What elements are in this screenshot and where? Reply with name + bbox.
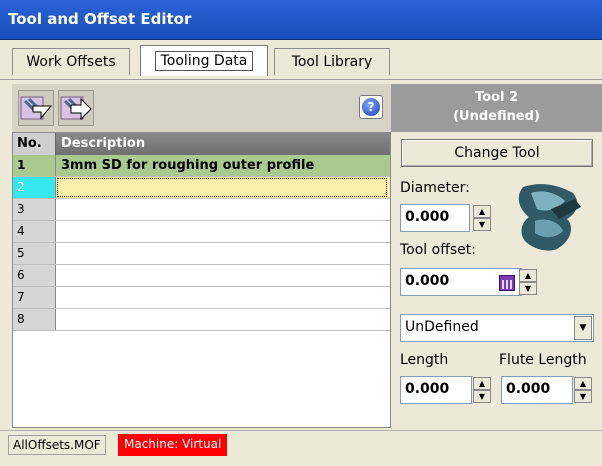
row-number: 6 bbox=[13, 265, 56, 286]
spin-up-icon[interactable]: ▲ bbox=[519, 269, 537, 282]
length-field[interactable]: 0.000 bbox=[400, 376, 472, 404]
table-row[interactable]: 6 bbox=[13, 265, 390, 287]
row-number: 3 bbox=[13, 199, 56, 220]
tool-offset-stepper[interactable]: ▲ ▼ bbox=[519, 269, 537, 295]
tool-status: (Undefined) bbox=[453, 109, 540, 124]
tab-label: Work Offsets bbox=[26, 54, 116, 70]
row-number: 4 bbox=[13, 221, 56, 242]
flute-length-label: Flute Length bbox=[499, 352, 587, 368]
length-label: Length bbox=[400, 352, 449, 368]
spin-down-icon[interactable]: ▼ bbox=[519, 282, 537, 295]
tab-label: Tooling Data bbox=[154, 51, 254, 71]
diameter-stepper[interactable]: ▲ ▼ bbox=[473, 205, 491, 231]
tool-offset-label: Tool offset: bbox=[400, 242, 476, 258]
row-description[interactable]: 3mm SD for roughing outer profile bbox=[61, 158, 314, 173]
help-icon: ? bbox=[362, 98, 380, 116]
spin-down-icon[interactable]: ▼ bbox=[473, 218, 491, 231]
table-row[interactable]: 1 3mm SD for roughing outer profile bbox=[13, 155, 390, 177]
status-bar: AllOffsets.MOF Machine: Virtual bbox=[0, 430, 602, 456]
table-row[interactable]: 3 bbox=[13, 199, 390, 221]
spin-up-icon[interactable]: ▲ bbox=[473, 205, 491, 218]
tab-label: Tool Library bbox=[291, 54, 373, 70]
row-number: 1 bbox=[13, 155, 56, 176]
column-header-description: Description bbox=[61, 136, 146, 151]
arrow-in-icon bbox=[20, 96, 53, 120]
window-titlebar[interactable]: Tool and Offset Editor bbox=[0, 0, 602, 40]
help-button[interactable]: ? bbox=[359, 95, 383, 119]
tool-header: Tool 2 (Undefined) bbox=[391, 84, 602, 132]
diameter-label: Diameter: bbox=[400, 180, 470, 196]
status-machine-badge: Machine: Virtual bbox=[118, 434, 228, 456]
tab-tool-library[interactable]: Tool Library bbox=[274, 48, 390, 75]
change-tool-label: Change Tool bbox=[454, 145, 540, 161]
flute-length-stepper[interactable]: ▲ ▼ bbox=[574, 377, 592, 403]
spin-down-icon[interactable]: ▼ bbox=[473, 390, 491, 403]
tab-work-offsets[interactable]: Work Offsets bbox=[12, 48, 130, 75]
row-number: 5 bbox=[13, 243, 56, 264]
table-header: No. Description bbox=[13, 133, 390, 155]
tab-tooling-data[interactable]: Tooling Data bbox=[140, 45, 268, 76]
tool-number: Tool 2 bbox=[474, 90, 519, 105]
table-row[interactable]: 7 bbox=[13, 287, 390, 309]
tab-strip: Work Offsets Tooling Data Tool Library bbox=[0, 40, 602, 80]
arrow-out-icon bbox=[60, 96, 92, 121]
row-number: 8 bbox=[13, 309, 56, 330]
table-row[interactable]: 8 bbox=[13, 309, 390, 331]
spin-up-icon[interactable]: ▲ bbox=[574, 377, 592, 390]
tool-details-pane: Tool 2 (Undefined) Change Tool Diameter:… bbox=[391, 84, 602, 428]
table-row[interactable]: 4 bbox=[13, 221, 390, 243]
tool-type-selected: UnDefined bbox=[405, 319, 479, 335]
length-stepper[interactable]: ▲ ▼ bbox=[473, 377, 491, 403]
table-row[interactable]: 2 bbox=[13, 177, 390, 199]
tool-table[interactable]: No. Description 1 3mm SD for roughing ou… bbox=[12, 132, 391, 428]
chevron-down-icon[interactable]: ▼ bbox=[574, 316, 592, 340]
tooling-data-pane: ? No. Description 1 3mm SD for roughing … bbox=[12, 84, 391, 428]
status-file-name: AllOffsets.MOF bbox=[8, 435, 106, 455]
diameter-field[interactable]: 0.000 bbox=[400, 204, 470, 232]
export-tool-button[interactable] bbox=[58, 90, 94, 126]
window-title: Tool and Offset Editor bbox=[8, 10, 192, 28]
tool-preview-image bbox=[511, 179, 585, 255]
flute-length-field[interactable]: 0.000 bbox=[501, 376, 573, 404]
row-number: 2 bbox=[13, 177, 56, 198]
import-tool-button[interactable] bbox=[18, 90, 54, 126]
spin-down-icon[interactable]: ▼ bbox=[574, 390, 592, 403]
change-tool-button[interactable]: Change Tool bbox=[401, 139, 593, 167]
calculator-icon[interactable] bbox=[499, 275, 515, 291]
column-header-no: No. bbox=[13, 133, 56, 155]
description-cell-focus[interactable] bbox=[57, 178, 387, 197]
table-row[interactable]: 5 bbox=[13, 243, 390, 265]
grid-toolbar: ? bbox=[12, 84, 391, 132]
row-number: 7 bbox=[13, 287, 56, 308]
tool-type-select[interactable]: UnDefined ▼ bbox=[400, 314, 594, 342]
spin-up-icon[interactable]: ▲ bbox=[473, 377, 491, 390]
